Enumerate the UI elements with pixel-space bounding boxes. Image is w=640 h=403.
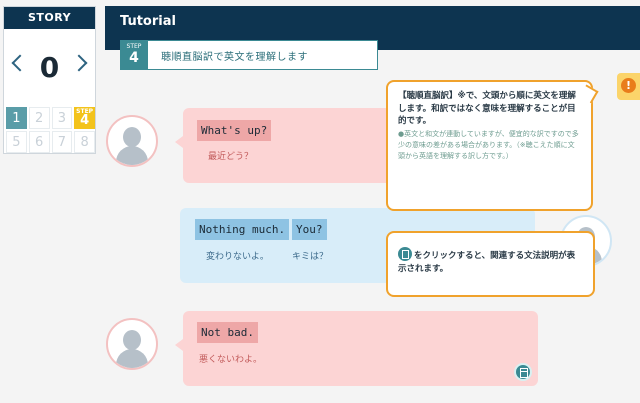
step-badge-box: STEP 4 xyxy=(120,40,148,70)
step-6[interactable]: 6 xyxy=(28,131,50,153)
tutorial-tooltip-1: 【聴順直脳訳】※で、文頭から順に英文を理解します。和訳ではなく意味を理解すること… xyxy=(386,80,593,211)
step-4[interactable]: STEP 4 xyxy=(74,107,95,129)
story-panel: STORY 0 1 2 3 STEP 4 5 6 7 8 xyxy=(3,6,96,154)
translation-text: 最近どう？ xyxy=(208,152,254,162)
translation-text: 変わりないよ。 xyxy=(206,252,269,262)
step-8[interactable]: 8 xyxy=(74,131,95,153)
tooltip-1-main-text: 【聴順直脳訳】※で、文頭から順に英文を理解します。和訳ではなく意味を理解すること… xyxy=(398,91,576,126)
story-nav: 0 xyxy=(4,29,95,107)
story-header: STORY xyxy=(4,7,95,29)
step-3[interactable]: 3 xyxy=(51,107,73,129)
page-title: Tutorial xyxy=(120,14,176,29)
step-1[interactable]: 1 xyxy=(6,107,27,129)
step-badge: STEP 4 聴順直脳訳で英文を理解します xyxy=(120,40,378,70)
alert-icon[interactable] xyxy=(617,73,640,100)
grammar-note-icon xyxy=(398,247,412,261)
word-chip[interactable]: You? xyxy=(292,219,327,240)
step-4-mini: STEP xyxy=(76,108,94,115)
step-badge-text: 聴順直脳訳で英文を理解します xyxy=(161,52,308,63)
tooltip-1-sub-text: ●英文と和文が連動していますが、便宜的な訳ですので多少の意味の差がある場合があり… xyxy=(398,129,579,160)
tooltip-2-text: をクリックすると、関連する文法説明が表示されます。 xyxy=(398,251,576,274)
translation-text: 悪くないわよ。 xyxy=(199,355,263,365)
step-2[interactable]: 2 xyxy=(28,107,50,129)
word-chip[interactable]: What's up? xyxy=(197,120,272,141)
translation-text: キミは？ xyxy=(292,252,329,262)
step-grid: 1 2 3 STEP 4 5 6 7 8 xyxy=(4,107,97,153)
tutorial-tooltip-2: をクリックすると、関連する文法説明が表示されます。 xyxy=(386,231,595,297)
grammar-note-icon[interactable] xyxy=(514,363,532,381)
word-chip[interactable]: Not bad. xyxy=(197,322,258,343)
step-5[interactable]: 5 xyxy=(6,131,27,153)
avatar xyxy=(106,115,158,167)
step-7[interactable]: 7 xyxy=(51,131,73,153)
avatar xyxy=(106,318,158,370)
word-chip[interactable]: Nothing much. xyxy=(195,219,290,240)
step-badge-number: 4 xyxy=(129,50,139,66)
